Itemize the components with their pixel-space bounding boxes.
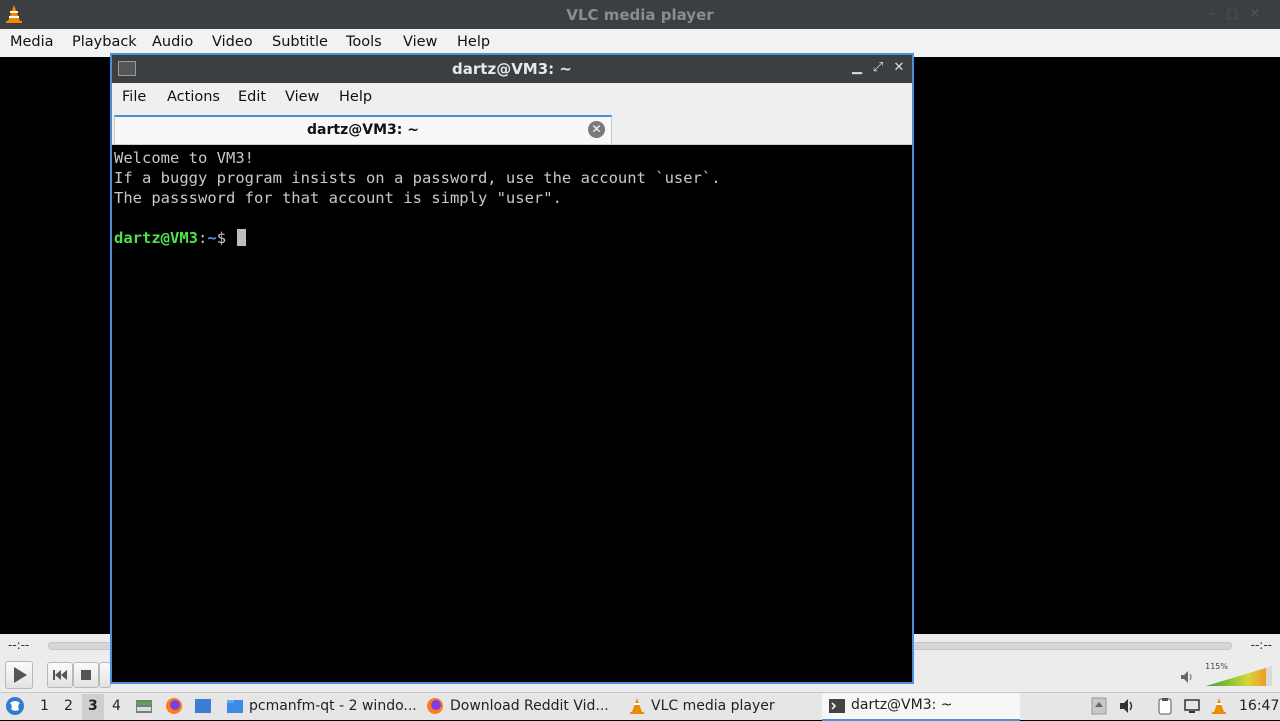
previous-button[interactable] bbox=[47, 662, 73, 688]
stop-button[interactable] bbox=[73, 662, 99, 688]
term-menu-file[interactable]: File bbox=[122, 89, 146, 105]
file-manager-launcher-icon[interactable] bbox=[135, 697, 153, 715]
tab-close-icon[interactable]: ✕ bbox=[588, 121, 605, 138]
speaker-icon[interactable] bbox=[1180, 670, 1194, 684]
clock[interactable]: 16:47 bbox=[1239, 698, 1279, 714]
menu-subtitle[interactable]: Subtitle bbox=[272, 34, 328, 50]
prompt-separator: : bbox=[198, 229, 208, 247]
play-button[interactable] bbox=[5, 661, 33, 689]
elapsed-time: --:-- bbox=[8, 638, 30, 652]
term-menu-actions[interactable]: Actions bbox=[167, 89, 220, 105]
task-firefox[interactable]: Download Reddit Vid... bbox=[424, 695, 619, 719]
terminal-line: If a buggy program insists on a password… bbox=[114, 169, 721, 187]
term-menu-view[interactable]: View bbox=[285, 89, 319, 105]
term-menu-help[interactable]: Help bbox=[339, 89, 372, 105]
terminal-menubar: File Actions Edit View Help bbox=[112, 83, 912, 113]
firefox-icon bbox=[427, 698, 443, 714]
menu-help[interactable]: Help bbox=[457, 34, 490, 50]
menu-tools[interactable]: Tools bbox=[346, 34, 382, 50]
menu-media[interactable]: Media bbox=[10, 34, 54, 50]
task-label: Download Reddit Vid... bbox=[450, 698, 609, 714]
vlc-window-title: VLC media player bbox=[566, 6, 714, 24]
terminal-line: Welcome to VM3! bbox=[114, 149, 254, 167]
folder-icon bbox=[227, 700, 243, 713]
volume-icon[interactable] bbox=[1118, 697, 1136, 715]
terminal-titlebar[interactable]: dartz@VM3: ~ ▁ ⤢ ✕ bbox=[112, 55, 912, 83]
terminal-tabbar: dartz@VM3: ~ ✕ bbox=[112, 113, 912, 145]
workspace-1[interactable]: 1 bbox=[40, 698, 49, 714]
task-pcmanfm[interactable]: pcmanfm-qt - 2 windo... bbox=[224, 695, 417, 719]
skip-back-icon bbox=[53, 670, 67, 680]
vlc-titlebar[interactable]: VLC media player –□✕ bbox=[0, 0, 1280, 29]
play-icon bbox=[14, 667, 27, 683]
workspace-2[interactable]: 2 bbox=[64, 698, 73, 714]
text-cursor bbox=[237, 229, 247, 246]
task-label: dartz@VM3: ~ bbox=[851, 697, 953, 713]
menu-video[interactable]: Video bbox=[212, 34, 253, 50]
menu-audio[interactable]: Audio bbox=[152, 34, 193, 50]
task-label: VLC media player bbox=[651, 698, 775, 714]
maximize-button[interactable]: ⤢ bbox=[869, 59, 887, 77]
volume-slider[interactable] bbox=[1206, 666, 1272, 686]
terminal-line: The passsword for that account is simply… bbox=[114, 189, 562, 207]
terminal-tab-label: dartz@VM3: ~ bbox=[307, 122, 419, 138]
menu-playback[interactable]: Playback bbox=[72, 34, 137, 50]
prompt-user: dartz@VM3 bbox=[114, 229, 198, 247]
terminal-prompt: dartz@VM3:~$ bbox=[114, 228, 910, 248]
workspace-4[interactable]: 4 bbox=[112, 698, 121, 714]
taskbar: 1 2 3 4 pcmanfm-qt - 2 windo... Download… bbox=[0, 692, 1280, 721]
vlc-window-controls[interactable]: –□✕ bbox=[1209, 6, 1272, 20]
task-vlc[interactable]: VLC media player bbox=[626, 695, 816, 719]
desktop-launcher-icon[interactable] bbox=[194, 697, 212, 715]
terminal-window: dartz@VM3: ~ ▁ ⤢ ✕ File Actions Edit Vie… bbox=[110, 53, 914, 684]
vlc-tray-icon[interactable] bbox=[1210, 697, 1228, 715]
total-time: --:-- bbox=[1250, 638, 1272, 652]
prompt-path: ~ bbox=[207, 229, 217, 247]
stop-icon bbox=[81, 670, 91, 680]
task-label: pcmanfm-qt - 2 windo... bbox=[249, 698, 417, 714]
prompt-symbol: $ bbox=[216, 229, 236, 247]
terminal-tab[interactable]: dartz@VM3: ~ ✕ bbox=[114, 115, 612, 144]
terminal-window-title: dartz@VM3: ~ bbox=[452, 60, 572, 78]
vlc-cone-icon bbox=[630, 698, 644, 714]
term-menu-edit[interactable]: Edit bbox=[238, 89, 266, 105]
tray-expand-icon[interactable] bbox=[1091, 697, 1107, 715]
clipboard-icon[interactable] bbox=[1156, 697, 1174, 715]
network-icon[interactable] bbox=[1183, 697, 1201, 715]
minimize-button[interactable]: ▁ bbox=[848, 59, 866, 77]
firefox-launcher-icon[interactable] bbox=[165, 697, 183, 715]
close-button[interactable]: ✕ bbox=[890, 59, 908, 77]
workspace-3[interactable]: 3 bbox=[88, 698, 98, 714]
terminal-output[interactable]: Welcome to VM3! If a buggy program insist… bbox=[112, 146, 912, 682]
terminal-icon bbox=[829, 699, 845, 713]
task-terminal[interactable]: dartz@VM3: ~ bbox=[822, 693, 1020, 721]
start-menu-icon[interactable] bbox=[5, 696, 25, 716]
menu-view[interactable]: View bbox=[403, 34, 437, 50]
